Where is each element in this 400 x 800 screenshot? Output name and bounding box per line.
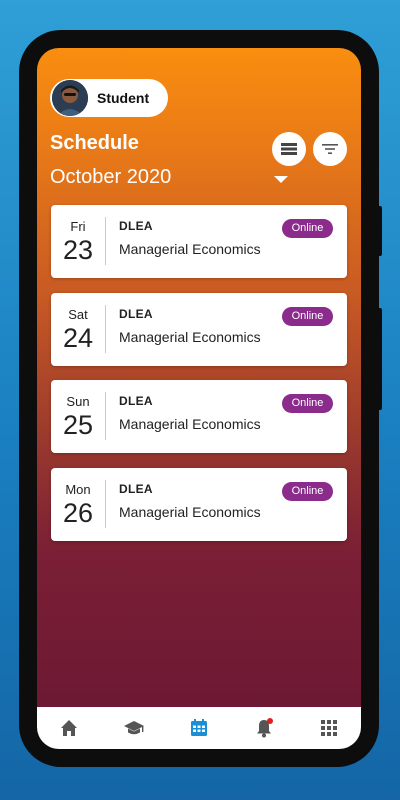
date-column: Fri 23 <box>51 205 105 278</box>
subject-name: Managerial Economics <box>119 241 261 257</box>
divider <box>105 305 106 353</box>
user-profile-chip[interactable]: Student <box>50 79 168 117</box>
courses-icon[interactable] <box>123 717 145 739</box>
mode-badge: Online <box>282 394 333 413</box>
app-screen: Student Schedule October 2020 Fri 23 DLE… <box>37 48 361 749</box>
day-number: 26 <box>62 498 94 528</box>
date-column: Sat 24 <box>51 293 105 366</box>
filter-button[interactable] <box>313 132 347 166</box>
calendar-icon[interactable] <box>188 717 210 739</box>
user-name: Student <box>97 90 150 106</box>
day-of-week: Sun <box>66 394 90 409</box>
schedule-card[interactable]: Mon 26 DLEA Managerial Economics Online <box>51 468 347 541</box>
subject-name: Managerial Economics <box>119 416 261 432</box>
list-view-icon <box>281 143 297 155</box>
day-of-week: Sat <box>68 307 88 322</box>
dropdown-caret-icon[interactable] <box>273 175 289 185</box>
month-label[interactable]: October 2020 <box>50 166 171 189</box>
home-icon[interactable] <box>58 717 80 739</box>
filter-icon <box>322 144 338 154</box>
day-number: 23 <box>62 235 94 265</box>
date-column: Sun 25 <box>51 380 105 453</box>
course-code: DLEA <box>119 394 153 408</box>
divider <box>105 217 106 265</box>
divider <box>105 392 106 440</box>
divider <box>105 480 106 528</box>
bottom-tab-bar <box>37 707 361 749</box>
list-view-button[interactable] <box>272 132 306 166</box>
schedule-card[interactable]: Sun 25 DLEA Managerial Economics Online <box>51 380 347 453</box>
mode-badge: Online <box>282 482 333 501</box>
schedule-card[interactable]: Fri 23 DLEA Managerial Economics Online <box>51 205 347 278</box>
course-code: DLEA <box>119 219 153 233</box>
phone-side-button <box>378 206 382 256</box>
day-of-week: Fri <box>70 219 86 234</box>
page-title: Schedule <box>50 132 139 154</box>
day-number: 24 <box>62 323 94 353</box>
course-code: DLEA <box>119 482 153 496</box>
day-of-week: Mon <box>65 482 91 497</box>
course-code: DLEA <box>119 307 153 321</box>
subject-name: Managerial Economics <box>119 329 261 345</box>
phone-side-button <box>378 308 382 410</box>
avatar <box>52 80 88 116</box>
mode-badge: Online <box>282 219 333 238</box>
subject-name: Managerial Economics <box>119 504 261 520</box>
apps-grid-icon[interactable] <box>318 717 340 739</box>
notifications-icon[interactable] <box>253 717 275 739</box>
date-column: Mon 26 <box>51 468 105 541</box>
mode-badge: Online <box>282 307 333 326</box>
day-number: 25 <box>62 410 94 440</box>
schedule-card[interactable]: Sat 24 DLEA Managerial Economics Online <box>51 293 347 366</box>
